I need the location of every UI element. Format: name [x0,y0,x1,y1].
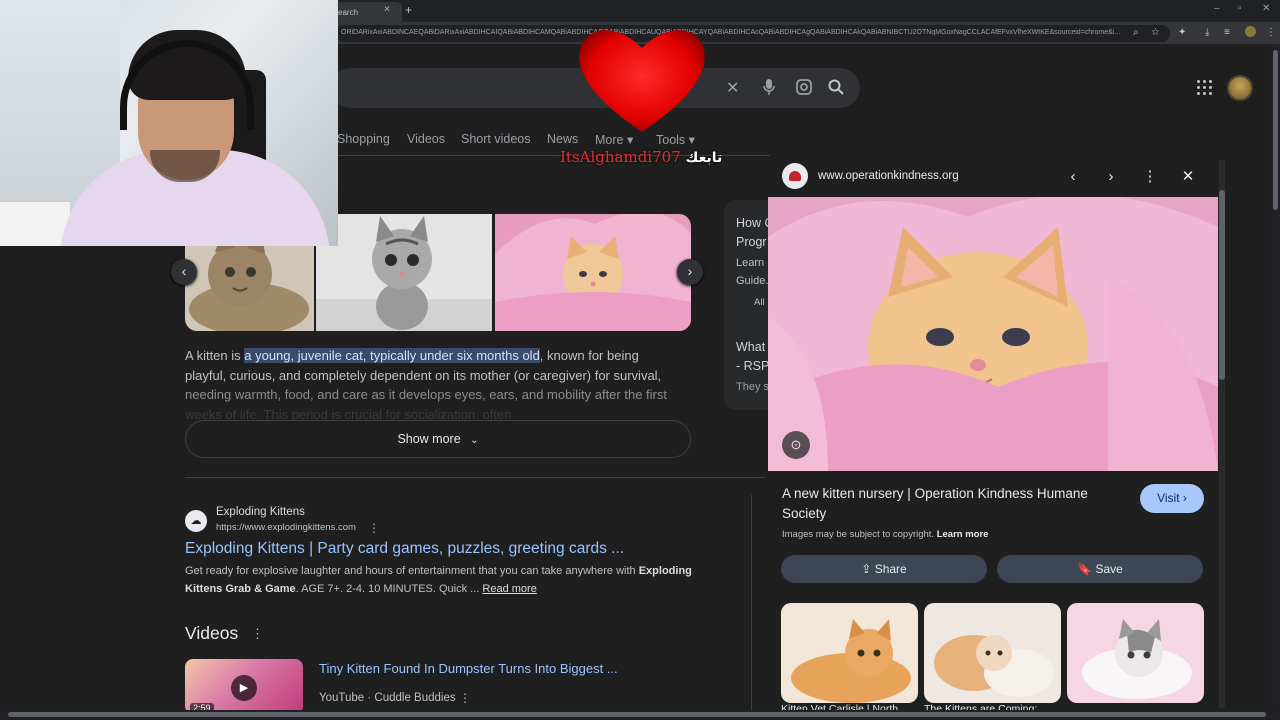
snippet-text-a: Get ready for explosive laughter and hou… [185,565,639,577]
tab-close-icon[interactable]: × [384,4,390,15]
viewer-next-button[interactable]: › [1100,166,1122,188]
site-favicon: ☁ [185,510,207,532]
overview-line3: needing warmth, food, and care as it dev… [185,387,667,402]
chevron-down-icon: ⌄ [470,435,479,446]
bookmark-star-icon[interactable]: ☆ [1151,27,1160,38]
menu-icon[interactable]: ⋮ [1266,27,1276,38]
tab-short-videos[interactable]: Short videos [461,132,530,146]
side-card-line7: - RSP [736,359,770,373]
horizontal-scrollbar-thumb[interactable] [8,712,1266,717]
videos-options-icon[interactable]: ⋮ [251,626,264,642]
overview-line2: playful, curious, and completely depende… [185,367,662,383]
related-image-3[interactable] [1067,603,1204,703]
play-icon[interactable]: ▶ [231,675,257,701]
overview-highlight: a young, juvenile cat, typically under s… [244,348,540,363]
viewer-prev-button[interactable]: ‹ [1062,166,1084,188]
share-button[interactable]: ⇪ Share [781,555,987,583]
clear-search-icon[interactable]: ✕ [726,78,739,98]
browser-tab[interactable]: earch [330,2,402,22]
tab-shopping[interactable]: Shopping [337,132,390,146]
section-divider [185,477,765,478]
extensions-icon[interactable]: ✦ [1178,27,1186,38]
microphone-icon[interactable] [762,78,776,101]
result-site-name[interactable]: Exploding Kittens [216,506,305,518]
show-more-label: Show more [397,432,461,446]
snippet-bold-1: Exploding [638,565,692,577]
bookmark-icon: 🔖 [1077,562,1093,576]
visual-search-icon[interactable]: ⊙ [782,431,810,459]
tab-videos[interactable]: Videos [407,132,445,146]
viewer-main-image[interactable] [768,197,1218,471]
related-image-1[interactable] [781,603,918,703]
address-bar[interactable]: ORiDARixAxiABDINCAEQABiDARixAxiABDIHCAIQ… [335,25,1170,42]
side-card-line6: What [736,340,766,354]
result-url[interactable]: https://www.explodingkittens.com [216,522,356,533]
result-snippet: Get ready for explosive laughter and hou… [185,563,715,598]
save-label: Save [1095,562,1123,576]
result-title-link[interactable]: Exploding Kittens | Party card games, pu… [185,540,624,558]
visit-button[interactable]: Visit › [1140,484,1204,513]
copyright-notice: Images may be subject to copyright. Lear… [782,529,988,540]
profile-icon[interactable] [1245,26,1256,37]
copyright-text: Images may be subject to copyright. [782,529,935,540]
snippet-bold-2: Kittens Grab & Game [185,582,296,595]
viewer-image-title[interactable]: A new kitten nursery | Operation Kindnes… [782,484,1127,523]
page-scrollbar-thumb[interactable] [1273,50,1278,210]
snippet-text-b: . AGE 7+. 2-4. 10 MINUTES. Quick ... [295,582,483,595]
video-options-icon[interactable]: ⋮ [459,691,471,705]
result-options-icon[interactable]: ⋮ [368,521,380,535]
viewer-close-icon[interactable]: ✕ [1177,166,1199,188]
kitten-image-3[interactable] [495,214,691,331]
read-more-link[interactable]: Read more [482,583,536,595]
heart-icon [579,30,705,132]
learn-more-link[interactable]: Learn more [937,529,989,540]
zoom-icon[interactable]: ⌕ [1133,27,1139,38]
video-title-link[interactable]: Tiny Kitten Found In Dumpster Turns Into… [319,661,618,676]
related-image-2[interactable] [924,603,1061,703]
close-window-button[interactable]: ✕ [1262,3,1270,14]
streamer-follow-tag: ItsAlghamdi707 تابعك [560,148,722,166]
save-button[interactable]: 🔖 Save [997,555,1203,583]
viewer-domain[interactable]: www.operationkindness.org [818,170,959,182]
account-avatar[interactable] [1227,75,1253,101]
side-card-line4: Guide. [736,275,769,287]
new-tab-button[interactable]: + [405,3,412,17]
google-apps-icon[interactable] [1197,80,1213,96]
minimize-button[interactable]: – [1214,3,1220,14]
download-icon[interactable]: ⤓ [1205,27,1209,38]
reading-list-icon[interactable]: ≡ [1224,27,1230,38]
carousel-next-button[interactable]: › [677,259,703,285]
side-article-card[interactable]: How C Progr Learn Guide. All What - RSP … [724,200,774,410]
column-divider [751,495,752,710]
viewer-scrollbar-thumb[interactable] [1219,190,1225,380]
side-card-line8: They s [736,381,770,393]
webcam-overlay [0,0,338,246]
video-meta: YouTube · Cuddle Buddies [319,692,456,704]
viewer-options-icon[interactable]: ⋮ [1139,166,1161,188]
side-card-line3: Learn [736,257,765,269]
google-lens-icon[interactable] [795,78,813,101]
overview-prefix: A kitten is [185,348,245,363]
show-more-button[interactable]: Show more ⌄ [185,420,691,458]
maximize-button[interactable]: ▫ [1238,3,1242,14]
streamer-name: ItsAlghamdi707 [560,148,681,166]
share-label: Share [874,562,907,576]
search-icon[interactable] [827,78,845,101]
tab-title: earch [338,8,359,17]
site-favicon-icon [782,163,808,189]
videos-heading: Videos [185,623,239,643]
side-card-line5: All [754,297,765,308]
carousel-prev-button[interactable]: ‹ [171,259,197,285]
side-card-line2: Progr [736,235,767,249]
kitten-image-2[interactable] [316,214,492,331]
follow-text: تابعك [685,150,723,166]
overview-line1-rest: , known for being [539,348,639,363]
share-icon: ⇪ [861,562,872,576]
ai-overview-text: A kitten is a young, juvenile cat, typic… [185,346,685,424]
